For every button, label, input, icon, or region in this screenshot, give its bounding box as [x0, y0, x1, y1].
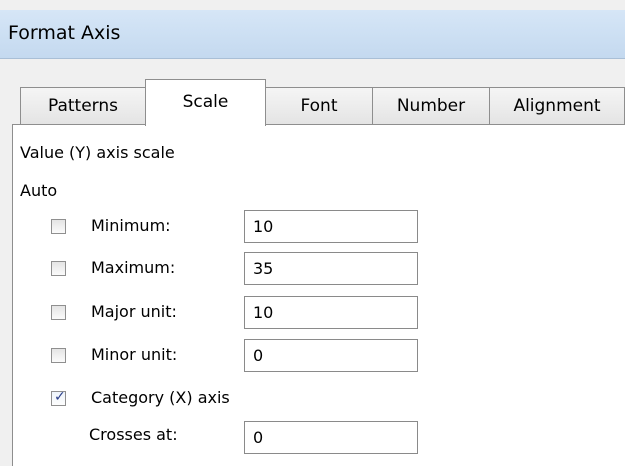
tab-alignment[interactable]: Alignment — [489, 87, 625, 124]
minimum-field[interactable]: 10 — [244, 210, 418, 243]
tab-scale[interactable]: Scale — [145, 79, 266, 126]
category-axis-checkbox[interactable]: ✓ — [51, 389, 66, 406]
maximum-field[interactable]: 35 — [244, 252, 418, 285]
tab-font[interactable]: Font — [265, 87, 373, 124]
scale-panel — [12, 124, 625, 466]
tab-number[interactable]: Number — [372, 87, 490, 124]
auto-group-label: Auto — [20, 181, 58, 200]
axis-scale-heading: Value (Y) axis scale — [20, 143, 175, 162]
crosses-at-field[interactable]: 0 — [244, 421, 418, 454]
minimum-label: Minimum: — [91, 216, 171, 235]
minor-unit-field[interactable]: 0 — [244, 339, 418, 372]
crosses-at-label: Crosses at: — [89, 425, 178, 444]
minimum-auto-checkbox[interactable] — [51, 219, 66, 234]
major-unit-auto-checkbox[interactable] — [51, 305, 66, 320]
minor-unit-label: Minor unit: — [91, 345, 178, 364]
minor-unit-auto-checkbox[interactable] — [51, 348, 66, 363]
maximum-auto-checkbox[interactable] — [51, 261, 66, 276]
tab-patterns[interactable]: Patterns — [20, 87, 146, 124]
format-axis-dialog: Format Axis Patterns Scale Font Number A… — [0, 0, 625, 466]
major-unit-field[interactable]: 10 — [244, 296, 418, 329]
category-axis-label: Category (X) axis — [91, 388, 230, 407]
checkmark-icon: ✓ — [54, 389, 66, 405]
dialog-title: Format Axis — [8, 22, 121, 44]
title-bar[interactable]: Format Axis — [0, 10, 625, 59]
maximum-label: Maximum: — [91, 258, 176, 277]
major-unit-label: Major unit: — [91, 302, 177, 321]
